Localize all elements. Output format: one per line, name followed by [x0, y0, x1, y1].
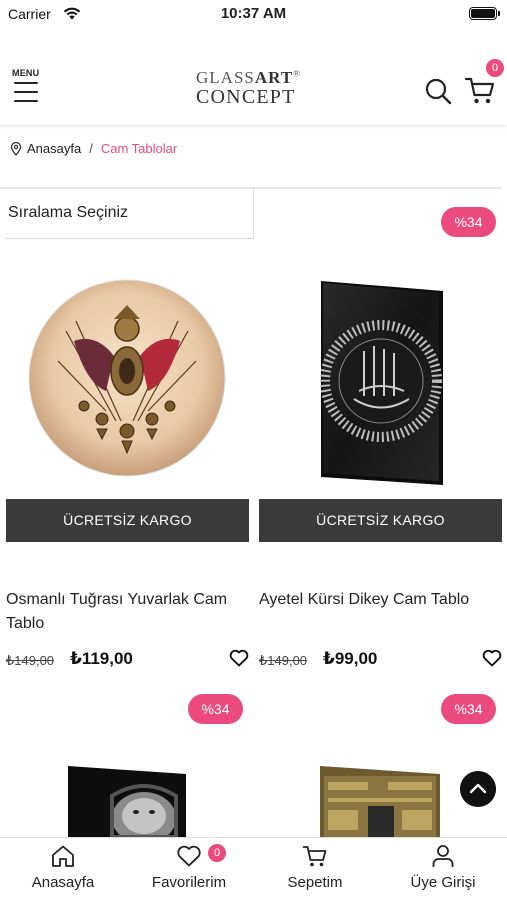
breadcrumb: Anasayfa / Cam Tablolar: [10, 141, 177, 156]
status-bar: Carrier 10:37 AM: [0, 0, 507, 30]
location-pin-icon: [10, 141, 22, 156]
scroll-to-top-button[interactable]: [460, 771, 496, 807]
menu-button[interactable]: MENU: [12, 68, 42, 108]
logo-bottom-line: CONCEPT: [196, 86, 296, 108]
product-image[interactable]: [6, 271, 249, 491]
favorites-count-badge: 0: [208, 844, 226, 862]
free-shipping-button[interactable]: ÜCRETSİZ KARGO: [6, 499, 249, 542]
product-image[interactable]: [60, 766, 190, 837]
menu-label: MENU: [12, 68, 40, 78]
sort-label: Sıralama Seçiniz: [8, 204, 129, 221]
old-price: ₺149,00: [259, 653, 308, 668]
product-image[interactable]: [318, 766, 442, 837]
breadcrumb-home-link[interactable]: Anasayfa: [27, 141, 81, 156]
free-shipping-button[interactable]: ÜCRETSİZ KARGO: [259, 499, 502, 542]
price-row: ₺149,00 ₺99,00: [259, 649, 502, 671]
brand-logo[interactable]: GLASSART® CONCEPT: [196, 68, 312, 112]
nav-label: Üye Girişi: [410, 874, 476, 891]
nav-label: Sepetim: [287, 874, 343, 891]
product-image[interactable]: [259, 271, 502, 491]
logo-top-line: GLASSART®: [196, 68, 301, 87]
cart-icon: [302, 846, 327, 867]
breadcrumb-separator: /: [89, 141, 93, 156]
cart-count-badge: 0: [486, 59, 504, 77]
discount-badge: %34: [441, 207, 496, 237]
search-icon[interactable]: [424, 77, 452, 105]
home-icon: [52, 845, 74, 867]
discount-badge: %34: [441, 694, 496, 724]
current-price: ₺119,00: [70, 649, 133, 668]
heart-icon[interactable]: [482, 649, 502, 667]
current-price: ₺99,00: [323, 649, 378, 668]
nav-label: Anasayfa: [31, 874, 95, 891]
heart-icon: [177, 845, 201, 867]
discount-badge: %34: [188, 694, 243, 724]
battery-icon: [469, 7, 500, 20]
old-price: ₺149,00: [6, 653, 55, 668]
product-name[interactable]: Ayetel Kürsi Dikey Cam Tablo: [259, 588, 499, 612]
app-header: MENU GLASSART® CONCEPT 0: [0, 46, 507, 126]
sort-dropdown[interactable]: Sıralama Seçiniz: [5, 189, 254, 239]
cart-icon[interactable]: [464, 74, 496, 106]
heart-icon[interactable]: [229, 649, 249, 667]
product-name[interactable]: Osmanlı Tuğrası Yuvarlak Cam Tablo: [6, 588, 246, 636]
bottom-navigation: Anasayfa 0 Favorilerim Sepetim Üye Giriş…: [0, 837, 507, 900]
user-icon: [432, 845, 454, 867]
nav-item-cart[interactable]: Sepetim: [252, 838, 378, 900]
nav-item-login[interactable]: Üye Girişi: [380, 838, 506, 900]
nav-item-favorites[interactable]: 0 Favorilerim: [126, 838, 252, 900]
hamburger-icon: [14, 82, 38, 109]
nav-item-home[interactable]: Anasayfa: [0, 838, 126, 900]
nav-label: Favorilerim: [151, 874, 227, 891]
breadcrumb-current: Cam Tablolar: [100, 141, 178, 156]
status-time: 10:37 AM: [220, 5, 287, 22]
price-row: ₺149,00 ₺119,00: [6, 649, 249, 671]
